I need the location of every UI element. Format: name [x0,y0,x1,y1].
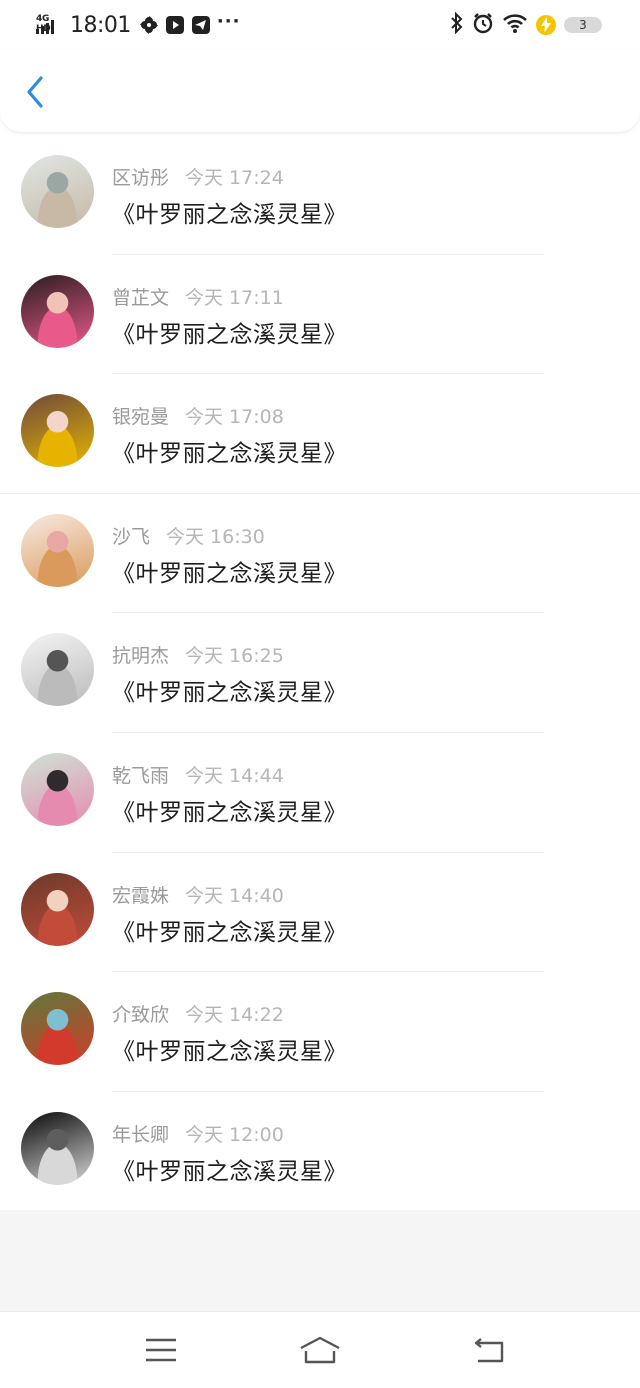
comment-time: 今天 12:00 [185,1123,284,1146]
comment-time: 今天 16:30 [166,525,265,548]
commenter-name[interactable]: 曾芷文 [112,287,169,309]
comment-time: 今天 17:08 [185,406,284,429]
comment-meta: 乾飞雨 今天 14:44 [112,761,284,788]
avatar[interactable] [21,274,94,348]
menu-button[interactable] [138,1330,184,1370]
list-item[interactable]: 介致欣 今天 14:22 《叶罗丽之念溪灵星》 [0,972,640,1092]
comment-meta: 年长卿 今天 12:00 [112,1120,284,1147]
list-item[interactable]: 曾芷文 今天 17:11 《叶罗丽之念溪灵星》 [0,255,640,375]
commenter-name[interactable]: 抗明杰 [112,645,169,667]
signal-icon: 4G HD [36,14,62,36]
avatar[interactable] [21,992,94,1066]
chevron-left-icon [27,76,43,108]
menu-icon [146,1338,176,1362]
comment-time: 今天 17:11 [185,286,284,309]
home-button[interactable] [297,1330,343,1370]
home-icon [300,1336,340,1364]
header-bar [0,50,640,133]
charging-icon [536,15,556,35]
alarm-icon [472,12,494,38]
comment-time: 今天 17:24 [185,167,284,189]
comment-meta: 银宛曼 今天 17:08 [112,402,284,429]
comment-time: 今天 14:44 [185,764,284,787]
comment-text: 《叶罗丽之念溪灵星》 [112,919,347,946]
comment-time: 今天 14:40 [185,884,284,907]
avatar[interactable] [21,1111,94,1185]
avatar[interactable] [21,513,94,587]
list-item[interactable]: 年长卿 今天 12:00 《叶罗丽之念溪灵星》 [0,1092,640,1212]
list-item[interactable]: 宏霞姝 今天 14:40 《叶罗丽之念溪灵星》 [0,853,640,973]
comment-text: 《叶罗丽之念溪灵星》 [112,441,347,468]
back-icon [474,1338,504,1363]
list-item[interactable]: 区访彤 今天 17:24 《叶罗丽之念溪灵星》 [0,135,640,255]
commenter-name[interactable]: 区访彤 [112,167,169,189]
back-nav-button[interactable] [466,1330,512,1370]
comment-time: 今天 16:25 [185,645,284,668]
status-time: 18:01 [70,12,131,38]
commenter-name[interactable]: 介致欣 [112,1004,169,1026]
avatar[interactable] [21,155,94,228]
comment-time: 今天 14:22 [185,1004,284,1027]
comment-meta: 区访彤 今天 17:24 [112,163,284,190]
comment-text: 《叶罗丽之念溪灵星》 [112,799,347,826]
commenter-name[interactable]: 宏霞姝 [112,885,169,907]
comment-text: 《叶罗丽之念溪灵星》 [112,321,347,348]
battery-indicator: 3 [564,17,602,33]
commenter-name[interactable]: 沙飞 [112,526,150,548]
comment-meta: 曾芷文 今天 17:11 [112,283,284,310]
avatar[interactable] [21,633,94,707]
navigation-bar [0,1311,640,1388]
telegram-icon [191,15,211,35]
more-notifications-icon: ··· [216,10,241,32]
list-item[interactable]: 抗明杰 今天 16:25 《叶罗丽之念溪灵星》 [0,613,640,733]
commenter-name[interactable]: 乾飞雨 [112,765,169,787]
empty-area [0,1210,640,1311]
comment-text: 《叶罗丽之念溪灵星》 [112,680,347,707]
comment-text: 《叶罗丽之念溪灵星》 [112,202,347,228]
pinwheel-icon [139,15,159,35]
list-item[interactable]: 银宛曼 今天 17:08 《叶罗丽之念溪灵星》 [0,374,640,494]
avatar[interactable] [21,394,94,468]
status-bar: 4G HD 18:01 ··· 3 [0,0,640,50]
list-item[interactable]: 沙飞 今天 16:30 《叶罗丽之念溪灵星》 [0,494,640,614]
comment-list: 区访彤 今天 17:24 《叶罗丽之念溪灵星》 曾芷文 今天 17:11 《叶罗丽之… [0,135,640,1211]
list-item[interactable]: 乾飞雨 今天 14:44 《叶罗丽之念溪灵星》 [0,733,640,853]
commenter-name[interactable]: 银宛曼 [112,406,169,428]
bluetooth-icon [450,11,464,38]
comment-meta: 沙飞 今天 16:30 [112,522,265,549]
comment-text: 《叶罗丽之念溪灵星》 [112,560,347,587]
avatar[interactable] [21,872,94,946]
avatar[interactable] [21,752,94,826]
wifi-icon [502,12,528,38]
back-button[interactable] [18,72,52,112]
comment-text: 《叶罗丽之念溪灵星》 [112,1039,347,1066]
video-app-icon [165,15,185,35]
comment-text: 《叶罗丽之念溪灵星》 [112,1158,347,1185]
commenter-name[interactable]: 年长卿 [112,1124,169,1146]
comment-meta: 宏霞姝 今天 14:40 [112,881,284,908]
comment-meta: 介致欣 今天 14:22 [112,1000,284,1027]
comment-meta: 抗明杰 今天 16:25 [112,641,284,668]
